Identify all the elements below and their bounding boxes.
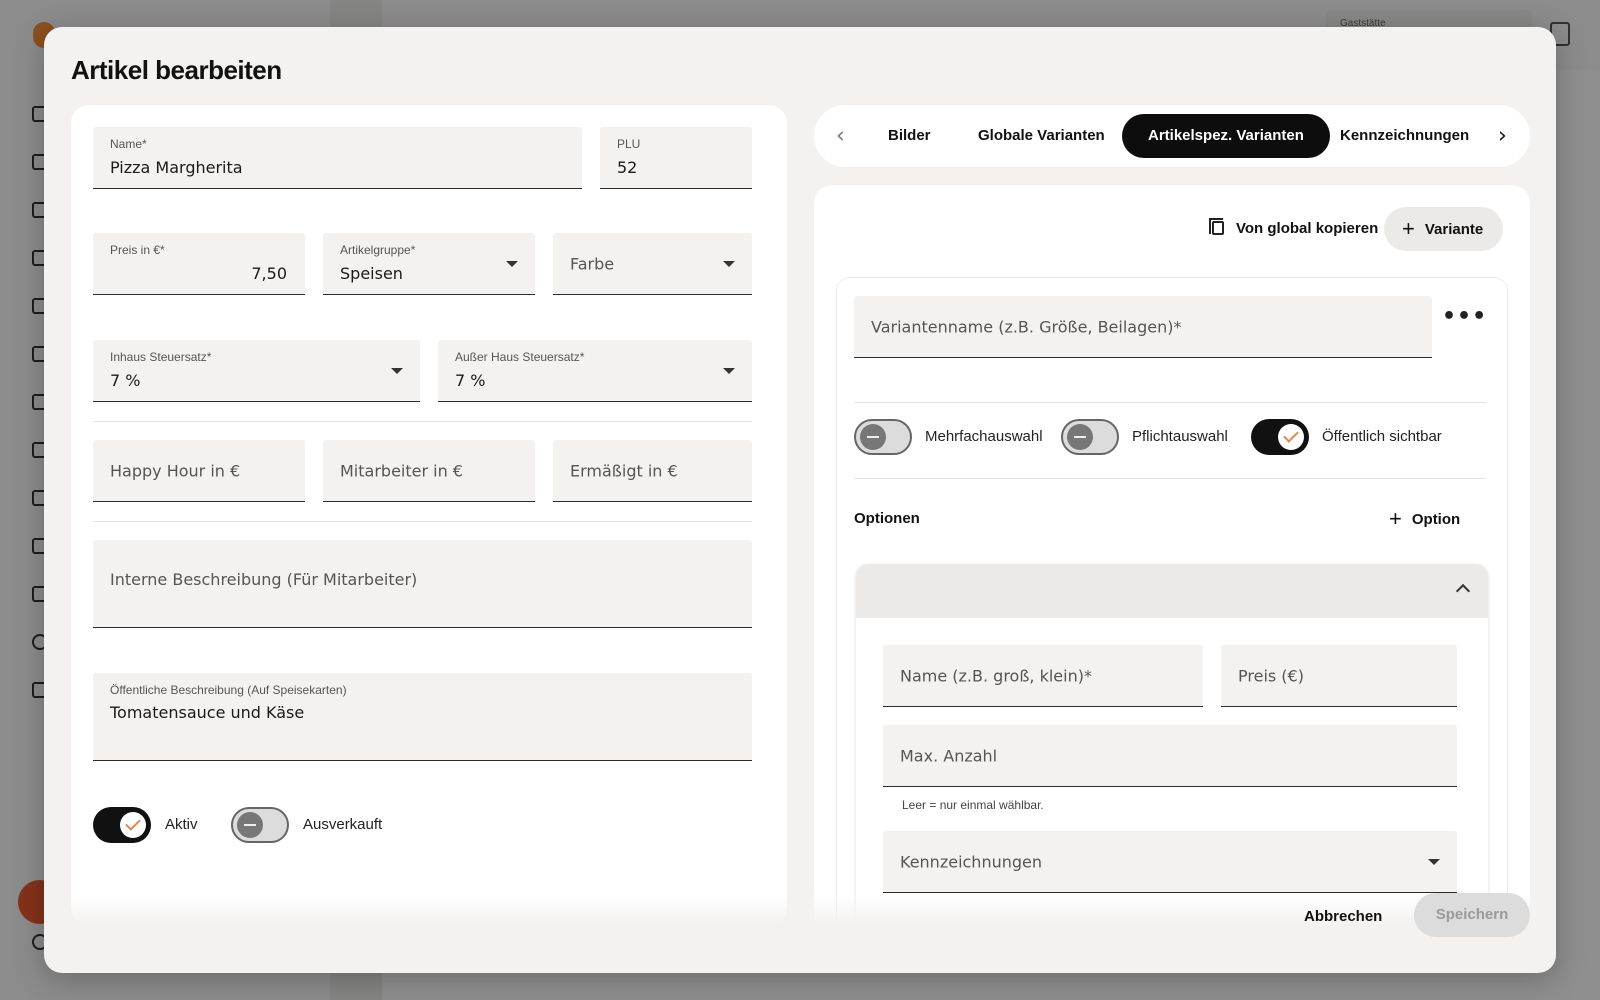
- inhouse-tax-value: 7 %: [110, 371, 141, 390]
- caret-down-icon: [723, 367, 735, 374]
- caret-down-icon: [506, 260, 518, 267]
- name-value: Pizza Margherita: [110, 158, 243, 177]
- inhouse-tax-label: Inhaus Steuersatz*: [110, 350, 212, 364]
- variant-name-placeholder: Variantenname (z.B. Größe, Beilagen)*: [871, 317, 1182, 336]
- copy-icon: [1209, 218, 1224, 235]
- active-toggle-label: Aktiv: [165, 816, 198, 833]
- divider: [93, 521, 752, 522]
- chevron-left-icon[interactable]: ‹: [836, 124, 845, 149]
- tab-labels[interactable]: Kennzeichnungen: [1314, 114, 1495, 158]
- public-description-value: Tomatensauce und Käse: [110, 703, 305, 722]
- plu-field[interactable]: PLU 52: [600, 127, 752, 189]
- add-option-button[interactable]: + Option: [1389, 497, 1460, 541]
- price-field[interactable]: Preis in €* 7,50: [93, 233, 305, 295]
- max-count-helper-text: Leer = nur einmal wählbar.: [902, 798, 1044, 812]
- color-select[interactable]: Farbe: [553, 233, 752, 295]
- article-group-value: Speisen: [340, 264, 403, 283]
- variant-panel: Variantenname (z.B. Größe, Beilagen)* ••…: [836, 277, 1508, 925]
- public-description-textarea[interactable]: Öffentliche Beschreibung (Auf Speisekart…: [93, 673, 752, 761]
- divider: [854, 402, 1486, 403]
- option-name-field[interactable]: Name (z.B. groß, klein)*: [883, 645, 1203, 707]
- plus-icon: +: [1389, 506, 1402, 531]
- minus-icon: [860, 424, 886, 450]
- copy-from-global-button[interactable]: Von global kopieren: [1209, 207, 1379, 251]
- takeaway-tax-select[interactable]: Außer Haus Steuersatz* 7 %: [438, 340, 752, 402]
- option-item: Name (z.B. groß, klein)* Preis (€) Max. …: [856, 564, 1488, 925]
- sold-out-toggle[interactable]: [231, 807, 289, 843]
- chevron-up-icon[interactable]: [1455, 583, 1471, 599]
- save-button[interactable]: Speichern: [1414, 893, 1530, 937]
- option-price-field[interactable]: Preis (€): [1221, 645, 1457, 707]
- option-labels-select[interactable]: Kennzeichnungen: [883, 831, 1457, 893]
- minus-icon: [1067, 424, 1093, 450]
- tab-bar: ‹ Bilder Globale Varianten Artikelspez. …: [814, 105, 1530, 167]
- publicly-visible-toggle[interactable]: [1251, 419, 1309, 455]
- happy-hour-placeholder: Happy Hour in €: [110, 461, 241, 480]
- reduced-price-placeholder: Ermäßigt in €: [570, 461, 678, 480]
- scroll-fade: [71, 895, 787, 925]
- takeaway-tax-label: Außer Haus Steuersatz*: [455, 350, 585, 364]
- add-variant-button[interactable]: + Variante: [1384, 207, 1504, 251]
- options-heading: Optionen: [854, 510, 920, 527]
- more-options-icon[interactable]: •••: [1442, 304, 1487, 329]
- caret-down-icon: [723, 260, 735, 267]
- option-max-count-placeholder: Max. Anzahl: [900, 746, 998, 765]
- name-field[interactable]: Name* Pizza Margherita: [93, 127, 582, 189]
- article-group-select[interactable]: Artikelgruppe* Speisen: [323, 233, 535, 295]
- article-details-card: Name* Pizza Margherita PLU 52 Preis in €…: [71, 105, 787, 925]
- price-value: 7,50: [251, 264, 287, 283]
- variants-card: Von global kopieren + Variante Variantenn…: [814, 185, 1530, 925]
- price-label: Preis in €*: [110, 243, 165, 257]
- internal-description-placeholder: Interne Beschreibung (Für Mitarbeiter): [110, 570, 418, 589]
- chevron-right-icon[interactable]: ›: [1498, 124, 1507, 149]
- check-icon: [1278, 424, 1304, 450]
- option-max-count-field[interactable]: Max. Anzahl: [883, 725, 1457, 787]
- required-choice-label: Pflichtauswahl: [1132, 428, 1228, 445]
- sold-out-toggle-label: Ausverkauft: [303, 816, 383, 833]
- color-placeholder: Farbe: [570, 254, 615, 273]
- employee-price-field[interactable]: Mitarbeiter in €: [323, 440, 535, 502]
- edit-article-modal: Artikel bearbeiten Name* Pizza Margherit…: [44, 27, 1556, 973]
- add-option-label: Option: [1411, 511, 1461, 528]
- reduced-price-field[interactable]: Ermäßigt in €: [553, 440, 752, 502]
- tab-images[interactable]: Bilder: [862, 114, 957, 158]
- name-label: Name*: [110, 137, 147, 151]
- caret-down-icon: [1428, 858, 1440, 865]
- check-icon: [120, 812, 146, 838]
- option-name-placeholder: Name (z.B. groß, klein)*: [900, 666, 1092, 685]
- option-price-placeholder: Preis (€): [1238, 666, 1304, 685]
- add-variant-label: Variante: [1424, 221, 1484, 238]
- plus-icon: +: [1402, 216, 1415, 241]
- caret-down-icon: [391, 367, 403, 374]
- divider: [93, 421, 752, 422]
- modal-title: Artikel bearbeiten: [71, 55, 282, 85]
- internal-description-textarea[interactable]: Interne Beschreibung (Für Mitarbeiter): [93, 540, 752, 628]
- divider: [854, 478, 1486, 479]
- multiple-choice-toggle[interactable]: [854, 419, 912, 455]
- public-description-label: Öffentliche Beschreibung (Auf Speisekart…: [110, 683, 347, 697]
- multiple-choice-label: Mehrfachauswahl: [925, 428, 1043, 445]
- cancel-button[interactable]: Abbrechen: [1284, 895, 1402, 939]
- copy-from-global-label: Von global kopieren: [1236, 220, 1379, 237]
- minus-icon: [237, 812, 263, 838]
- employee-price-placeholder: Mitarbeiter in €: [340, 461, 463, 480]
- takeaway-tax-value: 7 %: [455, 371, 486, 390]
- plu-value: 52: [617, 158, 638, 177]
- happy-hour-price-field[interactable]: Happy Hour in €: [93, 440, 305, 502]
- option-header[interactable]: [856, 564, 1488, 618]
- variant-name-field[interactable]: Variantenname (z.B. Größe, Beilagen)*: [854, 296, 1432, 358]
- active-toggle[interactable]: [93, 807, 151, 843]
- tab-article-variants[interactable]: Artikelspez. Varianten: [1122, 114, 1330, 158]
- option-labels-placeholder: Kennzeichnungen: [900, 852, 1043, 871]
- plu-label: PLU: [617, 137, 641, 151]
- article-group-label: Artikelgruppe*: [340, 243, 416, 257]
- tab-global-variants[interactable]: Globale Varianten: [952, 114, 1131, 158]
- publicly-visible-label: Öffentlich sichtbar: [1322, 428, 1442, 445]
- required-choice-toggle[interactable]: [1061, 419, 1119, 455]
- inhouse-tax-select[interactable]: Inhaus Steuersatz* 7 %: [93, 340, 420, 402]
